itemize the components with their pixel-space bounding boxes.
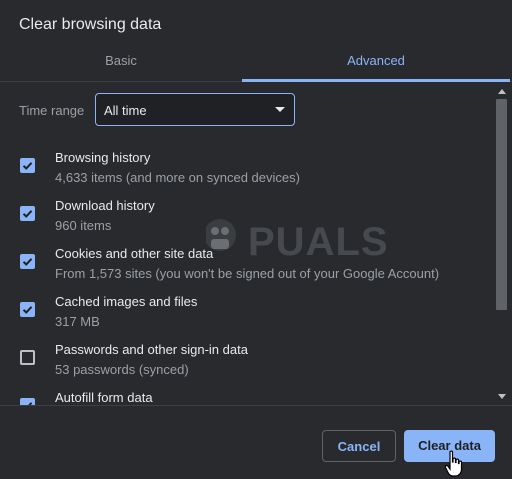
browsing-history-checkbox[interactable] [20,158,35,173]
tab-bar: Basic Advanced [0,44,512,82]
checkmark-icon [22,258,33,266]
time-range-label: Time range [19,103,85,118]
tab-advanced[interactable]: Advanced [242,44,510,80]
checkmark-icon [22,162,33,170]
option-browsing-history[interactable]: Browsing history 4,633 items (and more o… [0,148,494,196]
tab-basic[interactable]: Basic [0,44,242,80]
option-cookies[interactable]: Cookies and other site data From 1,573 s… [0,244,494,292]
clear-browsing-data-dialog: Clear browsing data Basic Advanced Time … [0,0,512,479]
time-range-select[interactable]: All time [95,93,295,126]
option-subtitle: From 1,573 sites (you won't be signed ou… [55,266,440,281]
option-download-history[interactable]: Download history 960 items [0,196,494,244]
cancel-button[interactable]: Cancel [322,430,396,462]
watermark-text: PUALS [248,220,389,264]
option-subtitle: 4,633 items (and more on synced devices) [55,170,300,185]
option-subtitle: 53 passwords (synced) [55,362,189,377]
option-cached-images[interactable]: Cached images and files 317 MB [0,292,494,340]
option-title: Autofill form data [55,390,153,405]
options-panel: Time range All time Browsing history 4,6… [0,82,494,406]
option-title: Cached images and files [55,294,198,309]
hand-cursor-icon [444,450,463,477]
option-title: Browsing history [55,150,151,165]
passwords-checkbox[interactable] [20,350,35,365]
scroll-down-arrow-icon[interactable] [498,394,506,399]
option-title: Passwords and other sign-in data [55,342,248,357]
scroll-thumb[interactable] [496,99,507,310]
checkmark-icon [22,306,33,314]
scrollbar[interactable] [494,82,511,406]
download-history-checkbox[interactable] [20,206,35,221]
dropdown-arrow-icon [275,107,285,112]
option-subtitle: 317 MB [55,314,100,329]
option-title: Download history [55,198,155,213]
footer-divider [0,405,512,406]
time-range-value: All time [104,103,147,118]
cached-images-checkbox[interactable] [20,302,35,317]
option-title: Cookies and other site data [55,246,214,261]
cookies-checkbox[interactable] [20,254,35,269]
checkmark-icon [22,210,33,218]
option-autofill[interactable]: Autofill form data [0,388,494,406]
dialog-title: Clear browsing data [19,16,162,33]
scroll-up-arrow-icon[interactable] [498,89,506,94]
option-subtitle: 960 items [55,218,112,233]
option-passwords[interactable]: Passwords and other sign-in data 53 pass… [0,340,494,388]
